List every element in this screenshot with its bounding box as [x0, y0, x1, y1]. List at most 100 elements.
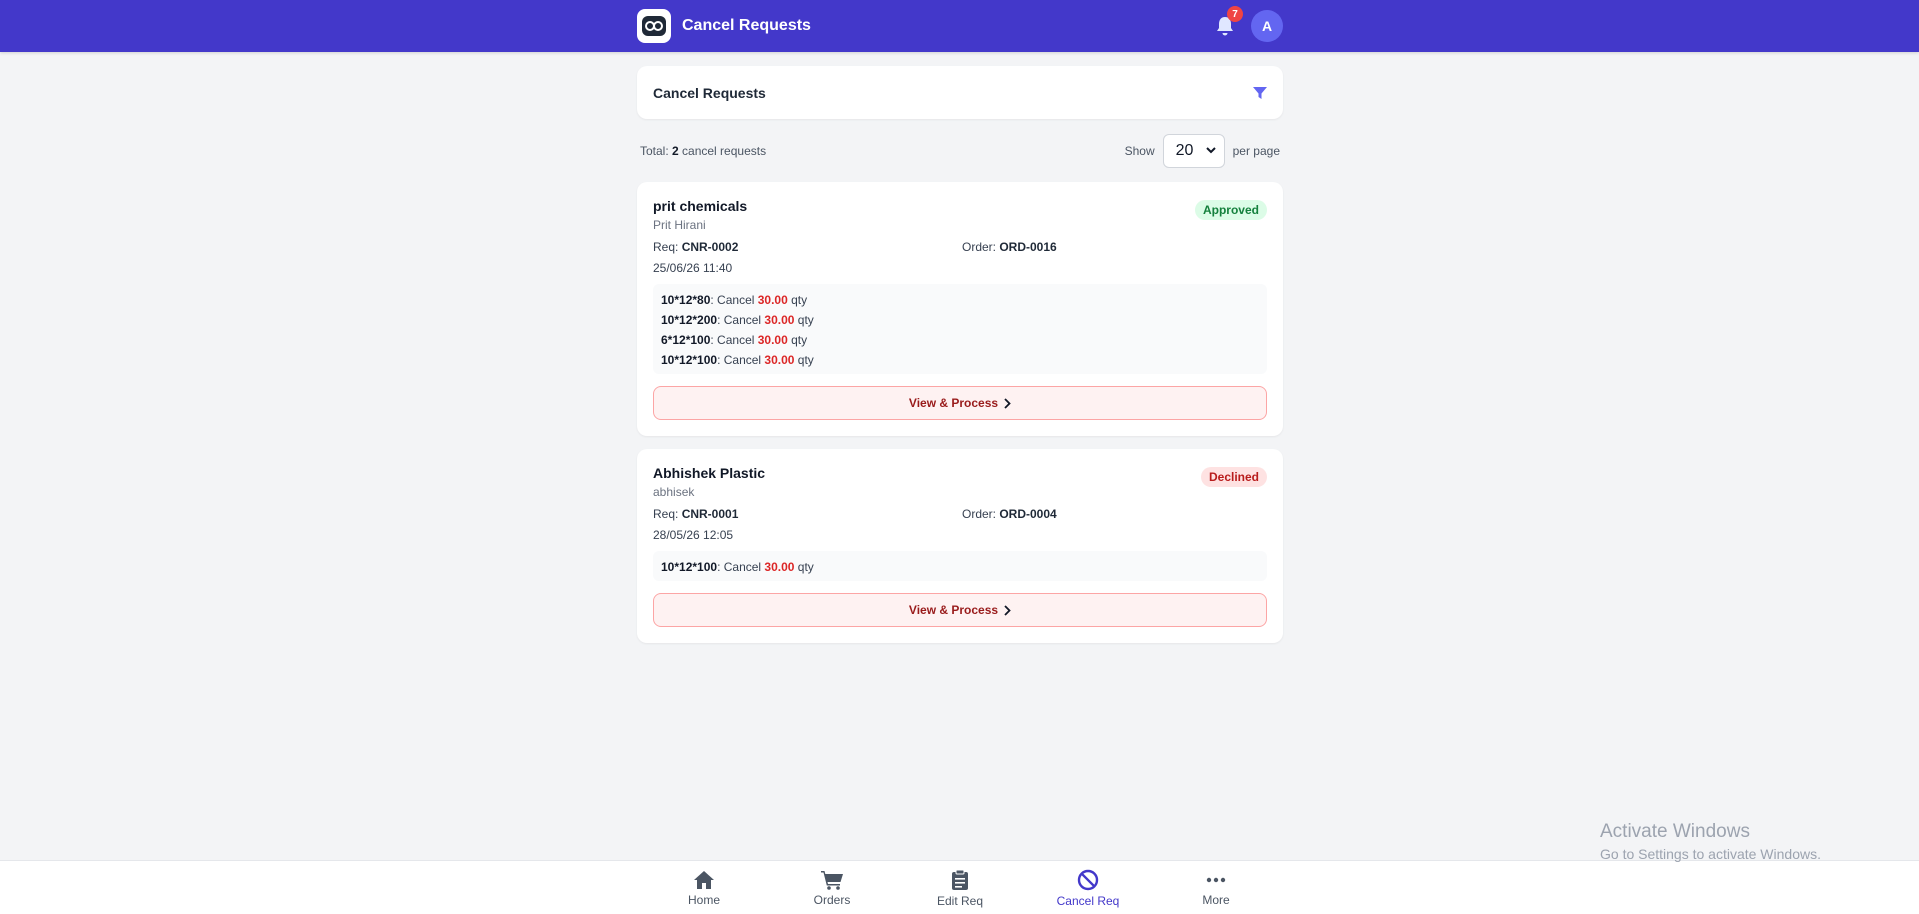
- order-label: Order:: [962, 240, 1000, 254]
- item-qty: 30.00: [764, 560, 795, 574]
- nav-item-home[interactable]: Home: [640, 861, 768, 914]
- request-card: Abhishek Plastic abhisek Declined Req: C…: [637, 449, 1283, 643]
- status-badge: Approved: [1194, 200, 1267, 220]
- req-label: Req:: [653, 507, 682, 521]
- per-page-label: per page: [1232, 144, 1280, 158]
- app-logo-icon[interactable]: [637, 9, 671, 43]
- line-item: 10*12*80: Cancel 30.00 qty: [661, 290, 1259, 310]
- item-qty: 30.00: [764, 313, 795, 327]
- view-process-label: View & Process: [908, 603, 999, 617]
- bottom-nav: Home Orders Edit Req Cancel Req More: [0, 860, 1919, 914]
- line-items: 10*12*80: Cancel 30.00 qty 10*12*200: Can…: [653, 284, 1267, 374]
- header-title: Cancel Requests: [682, 17, 811, 34]
- notification-badge: 7: [1227, 6, 1243, 22]
- total-count: 2: [672, 144, 679, 158]
- home-icon: [693, 870, 715, 893]
- request-date: 25/06/26 11:40: [653, 261, 733, 275]
- nav-item-label: Orders: [813, 892, 851, 907]
- avatar[interactable]: A: [1251, 10, 1283, 42]
- req-id: CNR-0001: [681, 507, 739, 521]
- request-info: Req: CNR-0002 Order: ORD-0016: [653, 240, 1267, 254]
- top-header: Cancel Requests 7 A: [0, 0, 1919, 52]
- total-prefix: Total:: [640, 144, 673, 158]
- more-icon: [1206, 870, 1226, 893]
- company-name: Abhishek Plastic: [653, 465, 766, 481]
- line-item: 6*12*100: Cancel 30.00 qty: [661, 330, 1259, 350]
- windows-watermark: Activate Windows Go to Settings to activ…: [1600, 821, 1821, 862]
- per-page-control: Show 20 per page: [1125, 134, 1280, 168]
- item-unit: qty: [794, 560, 814, 574]
- header-actions: 7 A: [1213, 6, 1283, 42]
- notification-button[interactable]: 7: [1213, 6, 1243, 38]
- item-size: 10*12*200: [661, 313, 718, 327]
- order-id: ORD-0004: [999, 507, 1057, 521]
- request-info: Req: CNR-0001 Order: ORD-0004: [653, 507, 1267, 521]
- filter-button[interactable]: [1253, 86, 1267, 100]
- bottom-nav-items: Home Orders Edit Req Cancel Req More: [640, 861, 1280, 914]
- chevron-down-icon: [1205, 145, 1216, 157]
- request-date: 28/05/26 12:05: [653, 528, 734, 542]
- view-process-label: View & Process: [908, 396, 999, 410]
- per-page-select[interactable]: 20: [1162, 134, 1225, 168]
- line-item: 10*12*100: Cancel 30.00 qty: [661, 350, 1259, 370]
- view-process-button[interactable]: View & Process: [653, 593, 1267, 627]
- line-item: 10*12*200: Cancel 30.00 qty: [661, 310, 1259, 330]
- item-unit: qty: [787, 293, 808, 307]
- card-header: Abhishek Plastic abhisek Declined: [653, 465, 1267, 499]
- page-title: Cancel Requests: [653, 84, 766, 101]
- watermark-subtitle: Go to Settings to activate Windows.: [1600, 846, 1821, 862]
- header-inner: Cancel Requests 7 A: [637, 0, 1283, 52]
- order-id-block: Order: ORD-0016: [962, 240, 1057, 254]
- chevron-right-icon: [1004, 604, 1011, 616]
- order-id-block: Order: ORD-0004: [962, 507, 1057, 521]
- item-qty: 30.00: [764, 353, 795, 367]
- card-header: prit chemicals Prit Hirani Approved: [653, 198, 1267, 232]
- item-qty: 30.00: [757, 293, 788, 307]
- item-unit: qty: [794, 353, 814, 367]
- main-content: Cancel Requests Total: 2 cancel requests…: [637, 66, 1283, 643]
- item-size: 6*12*100: [661, 333, 711, 347]
- nav-item-label: Cancel Req: [1056, 893, 1120, 908]
- item-text: : Cancel: [717, 560, 765, 574]
- total-summary: Total: 2 cancel requests: [640, 144, 766, 158]
- cart-icon: [820, 870, 844, 893]
- nav-item-orders[interactable]: Orders: [768, 861, 896, 914]
- item-qty: 30.00: [757, 333, 788, 347]
- nav-item-label: Home: [687, 892, 720, 907]
- watermark-title: Activate Windows: [1600, 821, 1750, 842]
- item-unit: qty: [787, 333, 808, 347]
- nav-item-label: More: [1202, 892, 1230, 907]
- total-suffix: cancel requests: [678, 144, 767, 158]
- item-unit: qty: [794, 313, 814, 327]
- list-meta: Total: 2 cancel requests Show 20 per pag…: [637, 134, 1283, 168]
- nav-item-edit-req[interactable]: Edit Req: [896, 861, 1024, 914]
- line-items: 10*12*100: Cancel 30.00 qty: [653, 551, 1267, 581]
- item-size: 10*12*100: [661, 560, 718, 574]
- line-item: 10*12*100: Cancel 30.00 qty: [661, 557, 1259, 577]
- customer-block: Abhishek Plastic abhisek: [653, 465, 765, 499]
- item-text: : Cancel: [717, 353, 765, 367]
- per-page-value: 20: [1175, 142, 1194, 159]
- contact-name: Prit Hirani: [653, 218, 706, 232]
- nav-item-cancel-req[interactable]: Cancel Req: [1024, 861, 1152, 914]
- item-size: 10*12*80: [661, 293, 711, 307]
- nav-item-more[interactable]: More: [1152, 861, 1280, 914]
- filter-icon: [1253, 86, 1267, 99]
- view-process-button[interactable]: View & Process: [653, 386, 1267, 420]
- show-label: Show: [1124, 144, 1155, 158]
- request-list: prit chemicals Prit Hirani Approved Req:…: [637, 182, 1283, 643]
- customer-block: prit chemicals Prit Hirani: [653, 198, 747, 232]
- nav-item-label: Edit Req: [936, 893, 984, 908]
- contact-name: abhisek: [653, 485, 695, 499]
- company-name: prit chemicals: [653, 198, 748, 214]
- item-text: : Cancel: [717, 313, 765, 327]
- page-title-card: Cancel Requests: [637, 66, 1283, 119]
- ban-icon: [1077, 869, 1099, 894]
- request-card: prit chemicals Prit Hirani Approved Req:…: [637, 182, 1283, 436]
- req-id: CNR-0002: [681, 240, 739, 254]
- clipboard-icon: [951, 869, 969, 894]
- request-id-block: Req: CNR-0001: [653, 507, 962, 521]
- request-id-block: Req: CNR-0002: [653, 240, 962, 254]
- item-size: 10*12*100: [661, 353, 718, 367]
- status-badge: Declined: [1200, 467, 1267, 487]
